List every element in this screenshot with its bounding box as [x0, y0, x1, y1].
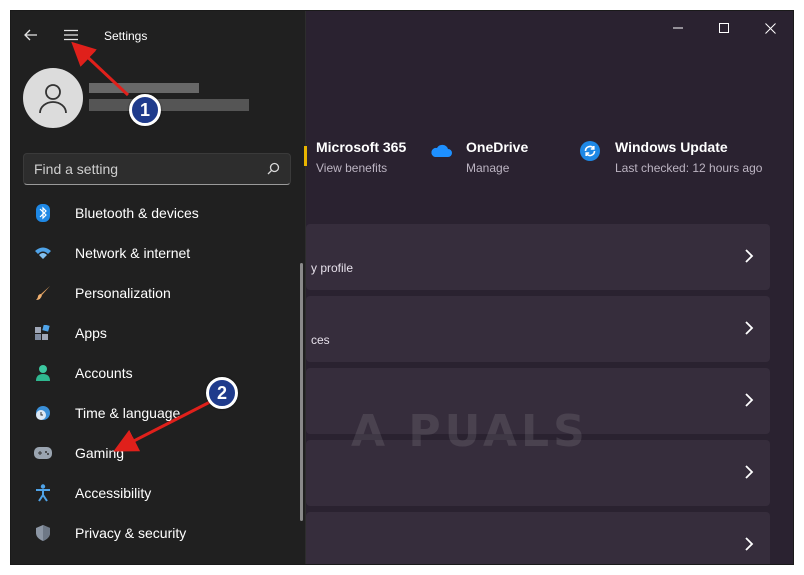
chevron-right-icon [744, 320, 754, 341]
bluetooth-icon [33, 203, 53, 223]
settings-card[interactable] [306, 512, 770, 564]
chevron-right-icon [744, 248, 754, 269]
settings-window: Microsoft 365 View benefits OneDrive Man… [10, 10, 794, 565]
nav-item-label: Personalization [75, 285, 171, 301]
accessibility-icon [33, 483, 53, 503]
search-icon[interactable] [267, 162, 280, 180]
wifi-icon [33, 243, 53, 263]
service-subtitle: Manage [466, 161, 510, 175]
nav-item-label: Network & internet [75, 245, 191, 261]
search-box[interactable] [23, 153, 291, 185]
nav-scrollbar[interactable] [300, 263, 303, 521]
chevron-right-icon [744, 536, 754, 557]
nav-item-apps[interactable]: Apps [23, 313, 295, 353]
close-button[interactable] [747, 11, 793, 45]
main-content: Microsoft 365 View benefits OneDrive Man… [306, 11, 793, 564]
nav-item-label: Accounts [75, 365, 133, 381]
watermark: A PUALS [351, 406, 589, 457]
brush-icon [33, 283, 53, 303]
nav-item-privacy-security[interactable]: Privacy & security [23, 513, 295, 553]
maximize-button[interactable] [701, 11, 747, 45]
hamburger-icon [64, 29, 78, 41]
microsoft-365-icon-edge [304, 146, 307, 166]
back-button[interactable] [19, 25, 43, 45]
nav-item-gaming[interactable]: Gaming [23, 433, 295, 473]
account-email-redacted [89, 99, 249, 111]
account-name-redacted [89, 83, 199, 93]
gamepad-icon [33, 443, 53, 463]
settings-card-devices[interactable]: ces [306, 296, 770, 362]
nav-item-personalization[interactable]: Personalization [23, 273, 295, 313]
nav-item-accounts[interactable]: Accounts [23, 353, 295, 393]
service-subtitle: Last checked: 12 hours ago [615, 161, 763, 175]
nav-item-bluetooth-devices[interactable]: Bluetooth & devices [23, 193, 295, 233]
nav-item-label: Bluetooth & devices [75, 205, 199, 221]
nav-item-label: Accessibility [75, 485, 152, 501]
service-subtitle: View benefits [316, 161, 388, 175]
minimize-button[interactable] [655, 11, 701, 45]
chevron-right-icon [744, 464, 754, 485]
refresh-icon [579, 140, 601, 162]
nav-item-network-internet[interactable]: Network & internet [23, 233, 295, 273]
card-label: ces [311, 333, 330, 347]
service-title: Microsoft 365 [316, 139, 407, 155]
apps-icon [33, 323, 53, 343]
nav-item-label: Gaming [75, 445, 125, 461]
service-title: OneDrive [466, 139, 529, 155]
nav-item-label: Time & language [75, 405, 181, 421]
shield-icon [33, 523, 53, 543]
person-icon [39, 84, 67, 114]
nav-item-label: Privacy & security [75, 525, 187, 541]
nav-item-accessibility[interactable]: Accessibility [23, 473, 295, 513]
nav-item-label: Apps [75, 325, 107, 341]
cloud-icon [430, 140, 452, 162]
chevron-right-icon [744, 392, 754, 413]
menu-button[interactable] [59, 25, 83, 45]
settings-card-profile[interactable]: y profile [306, 224, 770, 290]
person-icon [33, 363, 53, 383]
service-onedrive[interactable]: OneDrive Manage [430, 137, 528, 177]
navigation-pane: Settings Bluetooth & devices [11, 11, 306, 564]
annotation-badge-2: 2 [206, 377, 238, 409]
card-label: y profile [311, 261, 354, 275]
annotation-badge-1: 1 [129, 94, 161, 126]
search-input[interactable] [24, 154, 254, 184]
globe-clock-icon [33, 403, 53, 423]
app-title: Settings [104, 29, 148, 43]
nav-list: Bluetooth & devices Network & internet P… [23, 193, 295, 553]
service-microsoft-365[interactable]: Microsoft 365 View benefits [316, 137, 406, 177]
avatar[interactable] [23, 68, 83, 128]
nav-item-time-language[interactable]: Time & language [23, 393, 295, 433]
service-windows-update[interactable]: Windows Update Last checked: 12 hours ag… [579, 137, 762, 177]
service-title: Windows Update [615, 139, 728, 155]
